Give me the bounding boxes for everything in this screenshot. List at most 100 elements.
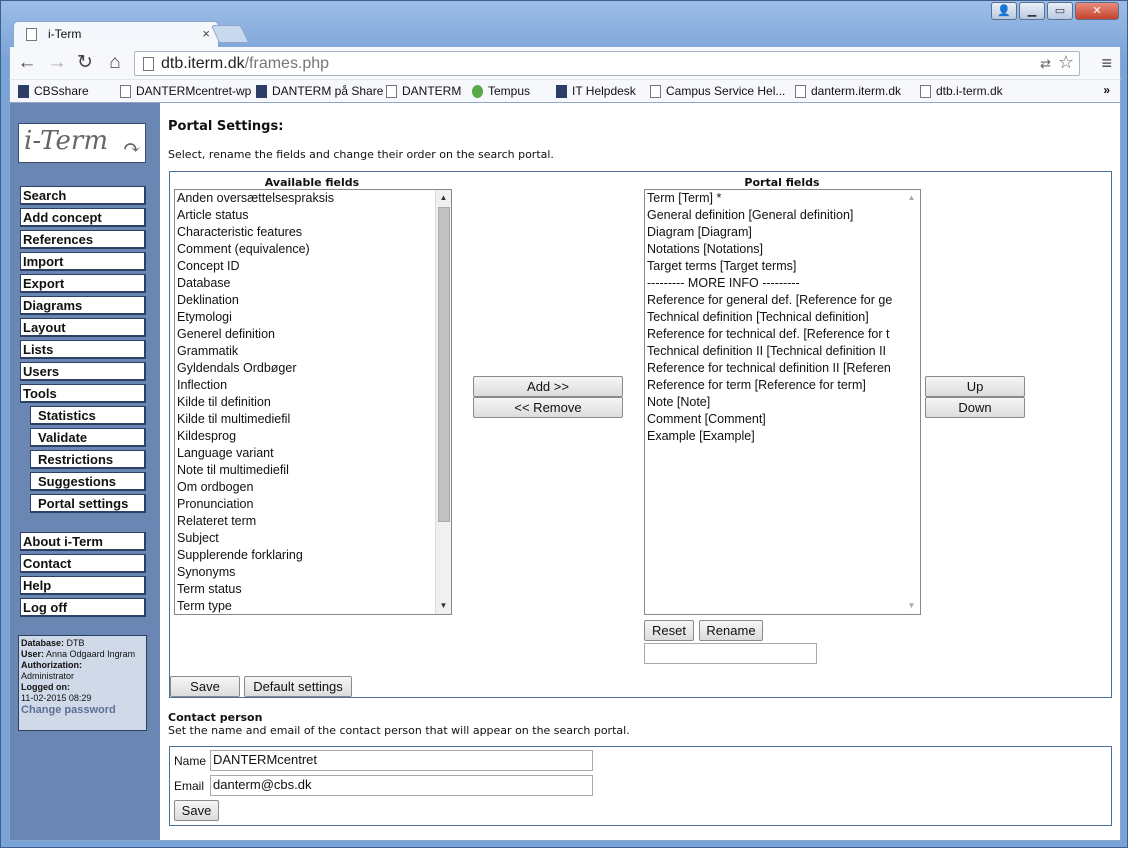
portal-field-option[interactable]: Comment [Comment]	[645, 411, 920, 428]
portal-field-option[interactable]: Note [Note]	[645, 394, 920, 411]
portal-field-option[interactable]: General definition [General definition]	[645, 207, 920, 224]
default-settings-button[interactable]: Default settings	[244, 676, 352, 697]
save-button[interactable]: Save	[170, 676, 240, 697]
scroll-thumb[interactable]	[438, 207, 450, 522]
available-fields-list[interactable]: Anden oversættelsespraksis Article status…	[174, 189, 452, 615]
bookmark-it-helpdesk[interactable]: IT Helpdesk	[556, 84, 636, 98]
available-field-option[interactable]: Gyldendals Ordbøger	[175, 360, 451, 377]
available-scrollbar[interactable]: ▲ ▼	[435, 190, 451, 614]
contact-save-button[interactable]: Save	[174, 800, 219, 821]
menu-item-help[interactable]: Help	[20, 576, 146, 595]
name-field[interactable]: DANTERMcentret	[210, 750, 593, 771]
menu-item-portal-settings[interactable]: Portal settings	[30, 494, 146, 513]
bookmark-danterm[interactable]: DANTERM	[386, 84, 461, 98]
available-field-option[interactable]: Subject	[175, 530, 451, 547]
bookmark-tempus[interactable]: Tempus	[472, 84, 530, 98]
available-field-option[interactable]: Generel definition	[175, 326, 451, 343]
translate-icon[interactable]: ⇄	[1040, 56, 1051, 72]
portal-field-option[interactable]: Reference for technical definition II [R…	[645, 360, 920, 377]
menu-item-references[interactable]: References	[20, 230, 146, 249]
menu-icon[interactable]: ≡	[1101, 53, 1112, 74]
menu-item-add-concept[interactable]: Add concept	[20, 208, 146, 227]
menu-item-contact[interactable]: Contact	[20, 554, 146, 573]
bookmark-dantermcentret-wp[interactable]: DANTERMcentret-wp	[120, 84, 251, 98]
available-field-option[interactable]: Comment (equivalence)	[175, 241, 451, 258]
bookmarks-more-icon[interactable]: »	[1103, 83, 1110, 97]
down-button[interactable]: Down	[925, 397, 1025, 418]
change-password-link[interactable]: Change password	[21, 705, 144, 716]
available-field-option[interactable]: Concept ID	[175, 258, 451, 275]
menu-item-suggestions[interactable]: Suggestions	[30, 472, 146, 491]
portal-scrollbar[interactable]: ▲ ▼	[904, 190, 920, 614]
available-field-option[interactable]: Inflection	[175, 377, 451, 394]
scroll-up-icon[interactable]: ▲	[436, 190, 451, 206]
menu-item-tools[interactable]: Tools	[20, 384, 146, 403]
portal-field-option[interactable]: Reference for technical def. [Reference …	[645, 326, 920, 343]
menu-item-about-i-term[interactable]: About i-Term	[20, 532, 146, 551]
available-field-option[interactable]: Term status	[175, 581, 451, 598]
portal-field-option[interactable]: Technical definition II [Technical defin…	[645, 343, 920, 360]
menu-item-import[interactable]: Import	[20, 252, 146, 271]
scroll-down-icon[interactable]: ▼	[904, 598, 919, 614]
portal-field-option[interactable]: Technical definition [Technical definiti…	[645, 309, 920, 326]
close-window-button[interactable]: ✕	[1075, 2, 1119, 20]
available-field-option[interactable]: Database	[175, 275, 451, 292]
maximize-button[interactable]: ▭	[1047, 2, 1073, 20]
portal-field-option[interactable]: Reference for term [Reference for term]	[645, 377, 920, 394]
menu-item-statistics[interactable]: Statistics	[30, 406, 146, 425]
tab-close-icon[interactable]: ×	[202, 26, 210, 41]
menu-item-log-off[interactable]: Log off	[20, 598, 146, 617]
portal-field-option[interactable]: Term [Term] *	[645, 190, 920, 207]
portal-field-option[interactable]: --------- MORE INFO ---------	[645, 275, 920, 292]
available-field-option[interactable]: Kilde til multimediefil	[175, 411, 451, 428]
add-button[interactable]: Add >>	[473, 376, 623, 397]
minimize-button[interactable]: ▁	[1019, 2, 1045, 20]
menu-item-users[interactable]: Users	[20, 362, 146, 381]
rename-field[interactable]	[644, 643, 817, 664]
available-field-option[interactable]: Kildesprog	[175, 428, 451, 445]
email-field[interactable]: danterm@cbs.dk	[210, 775, 593, 796]
available-field-option[interactable]: Grammatik	[175, 343, 451, 360]
available-field-option[interactable]: Deklination	[175, 292, 451, 309]
available-field-option[interactable]: Term type	[175, 598, 451, 614]
bookmark-campus-service-hel[interactable]: Campus Service Hel...	[650, 84, 785, 98]
menu-item-search[interactable]: Search	[20, 186, 146, 205]
available-field-option[interactable]: Article status	[175, 207, 451, 224]
menu-item-validate[interactable]: Validate	[30, 428, 146, 447]
portal-field-option[interactable]: Notations [Notations]	[645, 241, 920, 258]
available-field-option[interactable]: Language variant	[175, 445, 451, 462]
bookmark-dtb-i-term-dk[interactable]: dtb.i-term.dk	[920, 84, 1003, 98]
user-button[interactable]: 👤	[991, 2, 1017, 20]
portal-field-option[interactable]: Example [Example]	[645, 428, 920, 445]
menu-item-diagrams[interactable]: Diagrams	[20, 296, 146, 315]
available-field-option[interactable]: Relateret term	[175, 513, 451, 530]
available-field-option[interactable]: Characteristic features	[175, 224, 451, 241]
home-icon[interactable]: ⌂	[104, 52, 126, 74]
scroll-up-icon[interactable]: ▲	[904, 190, 919, 206]
portal-field-option[interactable]: Diagram [Diagram]	[645, 224, 920, 241]
forward-icon[interactable]: →	[46, 52, 68, 74]
available-field-option[interactable]: Anden oversættelsespraksis	[175, 190, 451, 207]
portal-fields-list[interactable]: Term [Term] * General definition [General…	[644, 189, 921, 615]
scroll-down-icon[interactable]: ▼	[436, 598, 451, 614]
menu-item-layout[interactable]: Layout	[20, 318, 146, 337]
up-button[interactable]: Up	[925, 376, 1025, 397]
reload-icon[interactable]: ↻	[74, 52, 96, 74]
bookmark-danterm-p-share[interactable]: DANTERM på Share	[256, 84, 383, 98]
menu-item-lists[interactable]: Lists	[20, 340, 146, 359]
back-icon[interactable]: ←	[16, 52, 38, 74]
available-field-option[interactable]: Kilde til definition	[175, 394, 451, 411]
bookmark-star-icon[interactable]: ☆	[1058, 52, 1074, 73]
portal-field-option[interactable]: Reference for general def. [Reference fo…	[645, 292, 920, 309]
rename-button[interactable]: Rename	[699, 620, 763, 641]
available-field-option[interactable]: Supplerende forklaring	[175, 547, 451, 564]
menu-item-export[interactable]: Export	[20, 274, 146, 293]
bookmark-cbsshare[interactable]: CBSshare	[18, 84, 89, 98]
address-bar[interactable]: dtb.iterm.dk/frames.php ⇄ ☆	[134, 51, 1080, 76]
available-field-option[interactable]: Synonyms	[175, 564, 451, 581]
available-field-option[interactable]: Om ordbogen	[175, 479, 451, 496]
available-field-option[interactable]: Etymologi	[175, 309, 451, 326]
bookmark-danterm-iterm-dk[interactable]: danterm.iterm.dk	[795, 84, 901, 98]
menu-item-restrictions[interactable]: Restrictions	[30, 450, 146, 469]
reset-button[interactable]: Reset	[644, 620, 694, 641]
